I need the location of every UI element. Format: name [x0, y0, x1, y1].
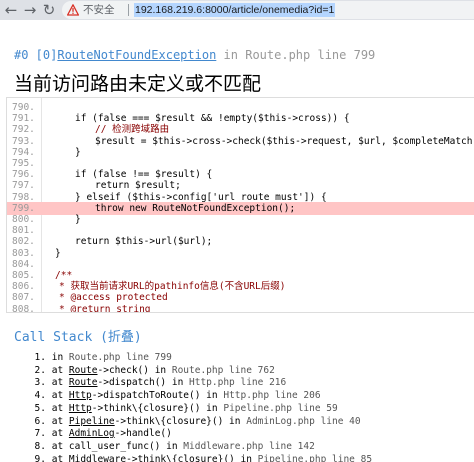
- stack-item-call: ->dispatchToRoute() in: [91, 390, 224, 402]
- stack-item-class-link[interactable]: Route: [69, 365, 98, 376]
- stack-item-location: Http.php line 216: [189, 377, 287, 389]
- stack-item-number: 7.: [34, 428, 46, 440]
- address-bar[interactable]: 不安全 192.168.219.6:8000/article/onemedia?…: [62, 1, 474, 19]
- source-code-panel: 790. 791. if (false === $result && !empty(…: [6, 97, 474, 313]
- stack-item-class-link[interactable]: Http: [69, 390, 92, 401]
- source-line: 808. * @return string: [7, 303, 474, 313]
- back-button[interactable]: ←: [2, 1, 20, 19]
- stack-item-location: Middleware.php line 142: [183, 440, 315, 452]
- call-stack-item: 6. at Pipeline->think\{closure}() in Adm…: [28, 415, 468, 428]
- stack-item-call: ->dispatch() in: [97, 377, 190, 389]
- call-stack-item: 2. at Route->check() in Route.php line 7…: [28, 364, 468, 377]
- stack-item-number: 6.: [34, 415, 46, 427]
- call-stack-item: 3. at Route->dispatch() in Http.php line…: [28, 376, 468, 389]
- line-code: * @return string: [59, 303, 151, 313]
- stack-item-number: 4.: [34, 390, 46, 402]
- security-status-label[interactable]: 不安全: [83, 3, 115, 17]
- stack-item-prefix: at: [46, 402, 69, 414]
- stack-item-call: ->think\{closure}() in: [114, 415, 247, 427]
- stack-item-call: ->think\{closure}() in: [126, 453, 258, 462]
- stack-item-call: call_user_func() in: [68, 440, 184, 452]
- stack-item-call: ->handle(): [114, 428, 172, 440]
- call-stack-item: 8. at call_user_func() in Middleware.php…: [28, 440, 468, 453]
- call-stack-item: 1. in Route.php line 799: [28, 351, 468, 364]
- stack-item-number: 5.: [34, 402, 46, 414]
- omnibox-divider: [128, 4, 129, 16]
- stack-item-prefix: at: [46, 440, 69, 452]
- stack-item-location: Route.php line 762: [171, 364, 275, 376]
- exception-location: Route.php line 799: [245, 48, 376, 62]
- call-stack-title[interactable]: Call Stack (折叠): [14, 326, 142, 345]
- stack-item-class-link[interactable]: Route: [69, 377, 98, 388]
- stack-item-number: 1.: [34, 352, 46, 363]
- stack-item-number: 8.: [34, 440, 46, 452]
- stack-item-location: Route.php line 799: [68, 352, 172, 363]
- stack-item-prefix: at: [46, 377, 69, 389]
- stack-item-class-link[interactable]: AdminLog: [69, 428, 115, 439]
- call-stack-item: 9. at Middleware->think\{closure}() in P…: [28, 453, 468, 462]
- stack-item-class-link[interactable]: Http: [69, 403, 92, 414]
- exception-class-link[interactable]: RouteNotFoundException: [57, 48, 216, 62]
- stack-item-call: ->think\{closure}() in: [91, 402, 224, 414]
- warning-icon[interactable]: [67, 4, 79, 16]
- exception-message: 当前访问路由未定义或不匹配: [14, 73, 262, 95]
- stack-item-class-link[interactable]: Pipeline: [69, 416, 115, 427]
- url-text[interactable]: 192.168.219.6:8000/article/onemedia?id=1: [134, 3, 336, 17]
- stack-item-prefix: at: [46, 428, 69, 440]
- stack-item-location: Pipeline.php line 59: [223, 402, 338, 414]
- stack-item-prefix: in: [46, 352, 69, 363]
- stack-item-prefix: at: [46, 390, 69, 402]
- stack-item-location: Pipeline.php line 85: [257, 453, 373, 462]
- stack-item-location: Http.php line 206: [223, 390, 321, 402]
- exception-prefix: #0 [0]: [14, 48, 58, 62]
- forward-button[interactable]: →: [21, 1, 39, 19]
- stack-item-prefix: at: [46, 453, 69, 462]
- exception-in-word: in: [216, 48, 246, 62]
- call-stack-item: 5. at Http->think\{closure}() in Pipelin…: [28, 402, 468, 415]
- stack-item-number: 9.: [34, 453, 46, 462]
- exception-heading: #0 [0]RouteNotFoundException in Route.ph…: [14, 48, 375, 62]
- browser-toolbar: ← → ↻ 不安全 192.168.219.6:8000/article/one…: [0, 0, 474, 20]
- reload-button[interactable]: ↻: [40, 1, 58, 19]
- line-number: 808.: [12, 303, 35, 313]
- stack-item-number: 3.: [34, 377, 46, 389]
- call-stack-item: 4. at Http->dispatchToRoute() in Http.ph…: [28, 389, 468, 402]
- stack-item-prefix: at: [46, 415, 69, 427]
- stack-item-location: AdminLog.php line 40: [246, 415, 361, 427]
- stack-item-class-link[interactable]: Middleware: [69, 454, 126, 462]
- stack-item-number: 2.: [34, 364, 46, 376]
- stack-item-call: ->check() in: [97, 364, 172, 376]
- call-stack-item: 7. at AdminLog->handle(): [28, 427, 468, 440]
- stack-item-prefix: at: [46, 364, 69, 376]
